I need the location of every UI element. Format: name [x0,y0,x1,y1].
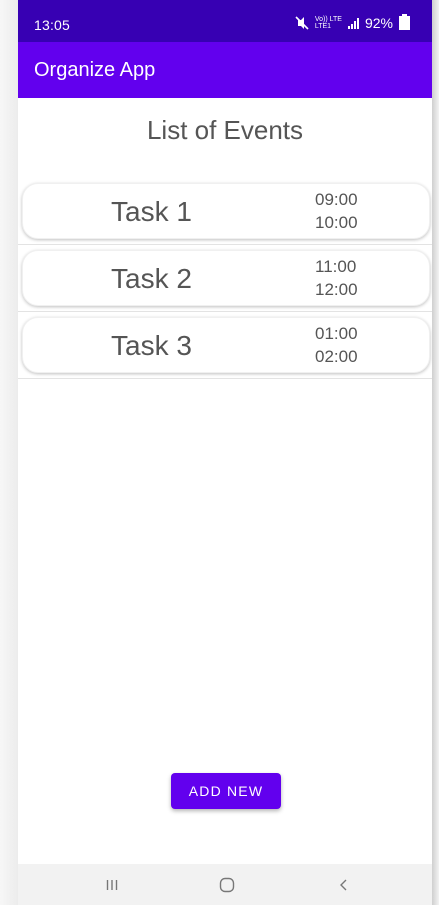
app-title: Organize App [34,59,156,81]
event-list: Task 1 09:00 10:00 Task 2 11:00 12:00 Ta… [18,178,432,379]
recents-icon[interactable] [82,864,142,905]
network-type-icon: Vo)) LTE LTE1 [315,16,342,30]
frame-shadow-left [0,0,18,905]
network-label-top: Vo)) LTE [314,16,342,23]
navigation-bar [18,864,432,905]
event-times: 11:00 12:00 [315,255,358,301]
list-item[interactable]: Task 1 09:00 10:00 [18,178,432,245]
event-start-time: 01:00 [315,324,358,343]
event-name: Task 3 [111,330,192,361]
mute-icon [295,16,309,30]
event-card[interactable]: Task 1 09:00 10:00 [22,183,430,239]
back-icon[interactable] [314,864,374,905]
signal-icon [347,17,359,29]
event-times: 09:00 10:00 [315,188,358,234]
status-icons: Vo)) LTE LTE1 92% [295,14,410,31]
frame-shadow-right [432,0,439,905]
event-name: Task 1 [111,196,192,227]
status-bar: 13:05 Vo)) LTE LTE1 92% [18,0,432,42]
battery-percent: 92% [364,15,393,31]
battery-icon [399,14,410,30]
event-start-time: 09:00 [315,190,358,209]
status-time: 13:05 [34,17,71,33]
event-card[interactable]: Task 2 11:00 12:00 [22,250,430,306]
phone-screen: 13:05 Vo)) LTE LTE1 92% Organize App Lis… [18,0,432,905]
event-card[interactable]: Task 3 01:00 02:00 [22,317,430,373]
event-times: 01:00 02:00 [315,322,358,368]
event-end-time: 12:00 [315,280,358,299]
list-item[interactable]: Task 2 11:00 12:00 [18,245,432,312]
event-start-time: 11:00 [315,257,357,276]
network-label-bottom: LTE1 [314,23,332,30]
list-item[interactable]: Task 3 01:00 02:00 [18,312,432,379]
event-end-time: 02:00 [315,347,358,366]
event-end-time: 10:00 [315,213,358,232]
app-bar: Organize App [18,42,432,98]
event-name: Task 2 [111,263,192,294]
add-new-button[interactable]: ADD NEW [171,773,281,809]
home-icon[interactable] [197,864,257,905]
page-title: List of Events [146,115,304,145]
